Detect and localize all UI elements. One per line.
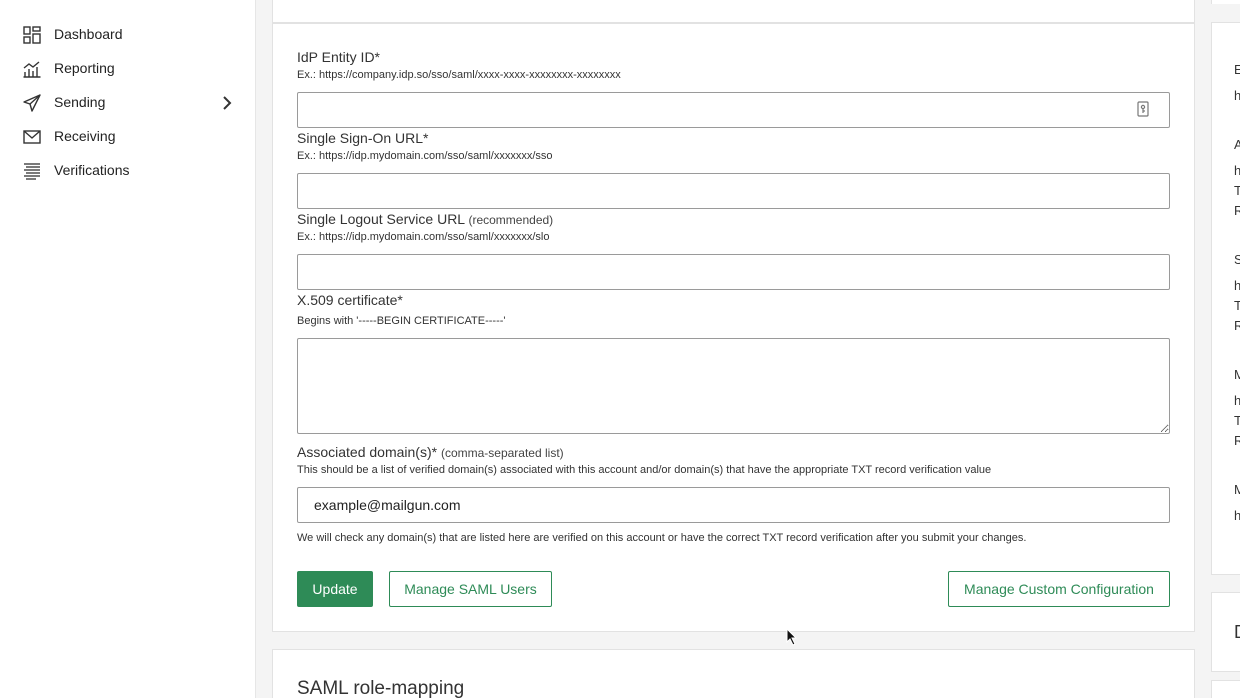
sso-url-label-text: Single Sign-On URL*	[297, 130, 429, 146]
right-panel-char: S	[1234, 252, 1240, 267]
saml-role-mapping-title: SAML role-mapping	[297, 678, 465, 698]
sidebar-item-receiving[interactable]: Receiving	[0, 120, 256, 154]
domains-hint: This should be a list of verified domain…	[297, 464, 992, 476]
sidebar-item-label: Receiving	[54, 128, 116, 144]
sidebar-item-reporting[interactable]: Reporting	[0, 52, 256, 86]
domains-label-note: (comma-separated list)	[440, 446, 564, 460]
right-panel-char: R	[1234, 433, 1240, 448]
right-panel-char: E	[1234, 62, 1240, 77]
right-panel-char: h	[1234, 508, 1240, 523]
right-panel-char: M	[1234, 367, 1240, 382]
sidebar-item-dashboard[interactable]: Dashboard	[0, 18, 256, 52]
manage-custom-configuration-button[interactable]: Manage Custom Configuration	[948, 571, 1170, 607]
send-icon	[23, 94, 41, 112]
idp-entity-label: IdP Entity ID*	[297, 49, 380, 65]
certificate-hint: Begins with '-----BEGIN CERTIFICATE-----…	[297, 315, 506, 327]
certificate-label-text: X.509 certificate*	[297, 292, 403, 308]
right-panel-char: T	[1234, 298, 1240, 313]
sidebar-item-label: Verifications	[54, 162, 130, 178]
right-panel-char: M	[1234, 482, 1240, 497]
sso-url-input[interactable]	[297, 173, 1170, 209]
sidebar-item-sending[interactable]: Sending	[0, 86, 256, 120]
mouse-cursor-icon	[786, 628, 798, 646]
right-panel-char: h	[1234, 163, 1240, 178]
right-panel-char: A	[1234, 137, 1240, 152]
slo-url-label-note: (recommended)	[468, 213, 554, 227]
mail-icon	[23, 130, 41, 144]
dashboard-icon	[23, 26, 41, 44]
right-panel-tertiary	[1211, 680, 1240, 698]
right-panel-char: R	[1234, 318, 1240, 333]
right-panel-top	[1211, 0, 1240, 4]
right-panel-heading-char: D	[1234, 622, 1240, 643]
right-panel-char: T	[1234, 183, 1240, 198]
previous-card	[272, 0, 1195, 23]
slo-url-hint: Ex.: https://idp.mydomain.com/sso/saml/x…	[297, 231, 550, 243]
certificate-label: X.509 certificate*	[297, 292, 403, 308]
sidebar-item-label: Reporting	[54, 60, 115, 76]
right-panel-char: h	[1234, 393, 1240, 408]
sidebar-item-verifications[interactable]: Verifications	[0, 154, 256, 188]
sidebar-item-label: Sending	[54, 94, 106, 110]
sidebar-item-label: Dashboard	[54, 26, 123, 42]
idp-entity-hint: Ex.: https://company.idp.so/sso/saml/xxx…	[297, 69, 621, 81]
domains-label: Associated domain(s)* (comma-separated l…	[297, 444, 564, 460]
certificate-textarea[interactable]	[297, 338, 1170, 434]
idp-entity-input[interactable]	[297, 92, 1170, 128]
domains-footnote: We will check any domain(s) that are lis…	[297, 532, 1027, 544]
reporting-icon	[23, 61, 41, 78]
domains-label-text: Associated domain(s)*	[297, 444, 438, 460]
slo-url-label: Single Logout Service URL (recommended)	[297, 211, 553, 227]
update-button[interactable]: Update	[297, 571, 373, 607]
slo-url-label-text: Single Logout Service URL	[297, 211, 465, 227]
password-manager-icon[interactable]	[1136, 101, 1150, 117]
slo-url-input[interactable]	[297, 254, 1170, 290]
idp-entity-label-text: IdP Entity ID*	[297, 49, 381, 65]
right-panel-char: T	[1234, 413, 1240, 428]
right-panel-char: h	[1234, 278, 1240, 293]
domains-input[interactable]	[297, 487, 1170, 523]
sso-url-label: Single Sign-On URL*	[297, 130, 429, 146]
chevron-right-icon	[223, 96, 232, 110]
right-panel-char: h	[1234, 88, 1240, 103]
manage-saml-users-button[interactable]: Manage SAML Users	[389, 571, 552, 607]
right-panel-char: R	[1234, 203, 1240, 218]
sidebar: Dashboard Reporting Sending Receiving Ve…	[0, 0, 256, 698]
list-icon	[24, 163, 40, 180]
sso-url-hint: Ex.: https://idp.mydomain.com/sso/saml/x…	[297, 150, 553, 162]
